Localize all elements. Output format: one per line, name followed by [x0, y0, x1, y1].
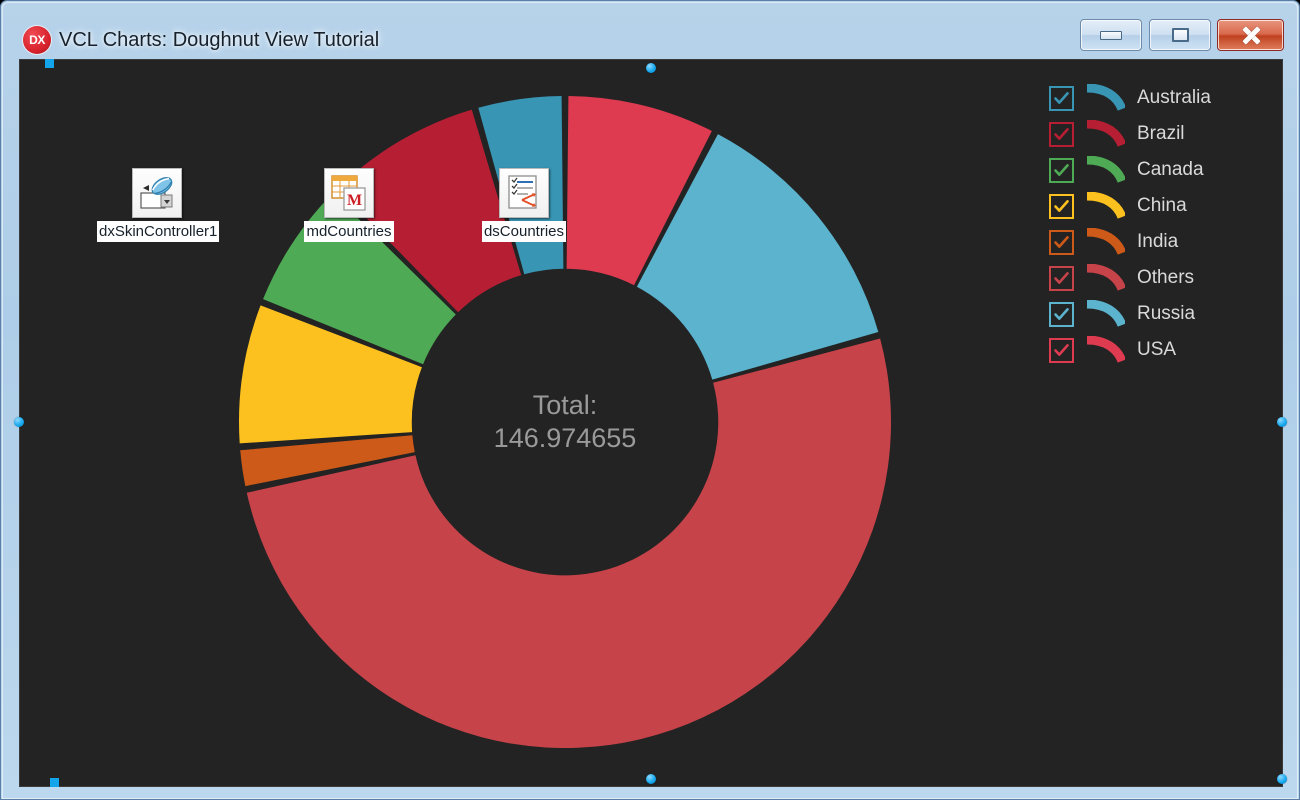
legend-checkbox-others[interactable]: [1049, 265, 1074, 291]
legend-item-china[interactable]: China: [1049, 188, 1264, 224]
resize-handle-bottom-right[interactable]: [1277, 774, 1287, 784]
legend-item-others[interactable]: Others: [1049, 260, 1264, 296]
dx-logo-text: DX: [29, 33, 45, 47]
legend-color-marker-canada: [1085, 155, 1127, 184]
legend-checkbox-australia[interactable]: [1049, 85, 1074, 111]
legend-checkbox-usa[interactable]: [1049, 337, 1074, 363]
legend-color-marker-india: [1085, 227, 1127, 256]
resize-handle-bottom-center[interactable]: [646, 774, 656, 784]
legend-label: USA: [1137, 339, 1177, 360]
resize-handle-top-left[interactable]: [45, 59, 54, 68]
application-window: DX VCL Charts: Doughnut View Tutorial To…: [0, 0, 1300, 800]
legend-checkbox-brazil[interactable]: [1049, 121, 1074, 147]
resize-handle-left-middle[interactable]: [14, 417, 24, 427]
legend-label: India: [1137, 231, 1179, 252]
design-component-dscountries[interactable]: dsCountries: [464, 168, 584, 242]
svg-text:M: M: [347, 192, 362, 209]
legend-item-india[interactable]: India: [1049, 224, 1264, 260]
form-designer-surface: Total: 146.974655 Australia Brazil Canada C…: [19, 59, 1283, 787]
component-caption: dxSkinController1: [97, 221, 220, 242]
legend-item-brazil[interactable]: Brazil: [1049, 116, 1264, 152]
legend-color-marker-australia: [1085, 83, 1127, 112]
chart-legend[interactable]: Australia Brazil Canada China India Others Rus…: [1049, 80, 1264, 368]
legend-color-marker-china: [1085, 191, 1127, 220]
resize-handle-top-center[interactable]: [646, 63, 656, 73]
legend-label: Canada: [1137, 159, 1204, 180]
legend-color-marker-russia: [1085, 299, 1127, 328]
legend-item-australia[interactable]: Australia: [1049, 80, 1264, 116]
legend-checkbox-canada[interactable]: [1049, 157, 1074, 183]
component-caption: dsCountries: [481, 221, 567, 242]
legend-label: Australia: [1137, 87, 1211, 108]
datasource-icon: [499, 168, 549, 218]
dx-logo-icon: DX: [23, 26, 51, 54]
window-title: VCL Charts: Doughnut View Tutorial: [59, 29, 380, 51]
design-component-dxskincontroller1[interactable]: dxSkinController1: [97, 168, 220, 242]
chart-control[interactable]: Total: 146.974655 Australia Brazil Canada C…: [34, 72, 1270, 778]
skin-controller-icon: [132, 168, 182, 218]
legend-label: Others: [1137, 267, 1195, 288]
legend-checkbox-russia[interactable]: [1049, 301, 1074, 327]
legend-item-usa[interactable]: USA: [1049, 332, 1264, 368]
legend-item-russia[interactable]: Russia: [1049, 296, 1264, 332]
legend-label: Brazil: [1137, 123, 1185, 144]
memory-dataset-icon: M: [324, 168, 374, 218]
legend-item-canada[interactable]: Canada: [1049, 152, 1264, 188]
minimize-button[interactable]: [1080, 19, 1142, 51]
maximize-button[interactable]: [1149, 19, 1211, 51]
close-icon: [1241, 26, 1261, 44]
component-caption: mdCountries: [304, 221, 394, 242]
design-component-mdcountries[interactable]: M mdCountries: [289, 168, 409, 242]
maximize-icon: [1171, 28, 1189, 42]
legend-checkbox-india[interactable]: [1049, 229, 1074, 255]
legend-checkbox-china[interactable]: [1049, 193, 1074, 219]
legend-color-marker-brazil: [1085, 119, 1127, 148]
legend-label: China: [1137, 195, 1187, 216]
minimize-icon: [1100, 30, 1122, 40]
close-button[interactable]: [1217, 19, 1284, 51]
resize-handle-right-middle[interactable]: [1277, 417, 1287, 427]
resize-handle-bottom-left[interactable]: [50, 778, 59, 787]
legend-color-marker-others: [1085, 263, 1127, 292]
legend-label: Russia: [1137, 303, 1196, 324]
legend-color-marker-usa: [1085, 335, 1127, 364]
title-bar[interactable]: DX VCL Charts: Doughnut View Tutorial: [1, 1, 1300, 59]
